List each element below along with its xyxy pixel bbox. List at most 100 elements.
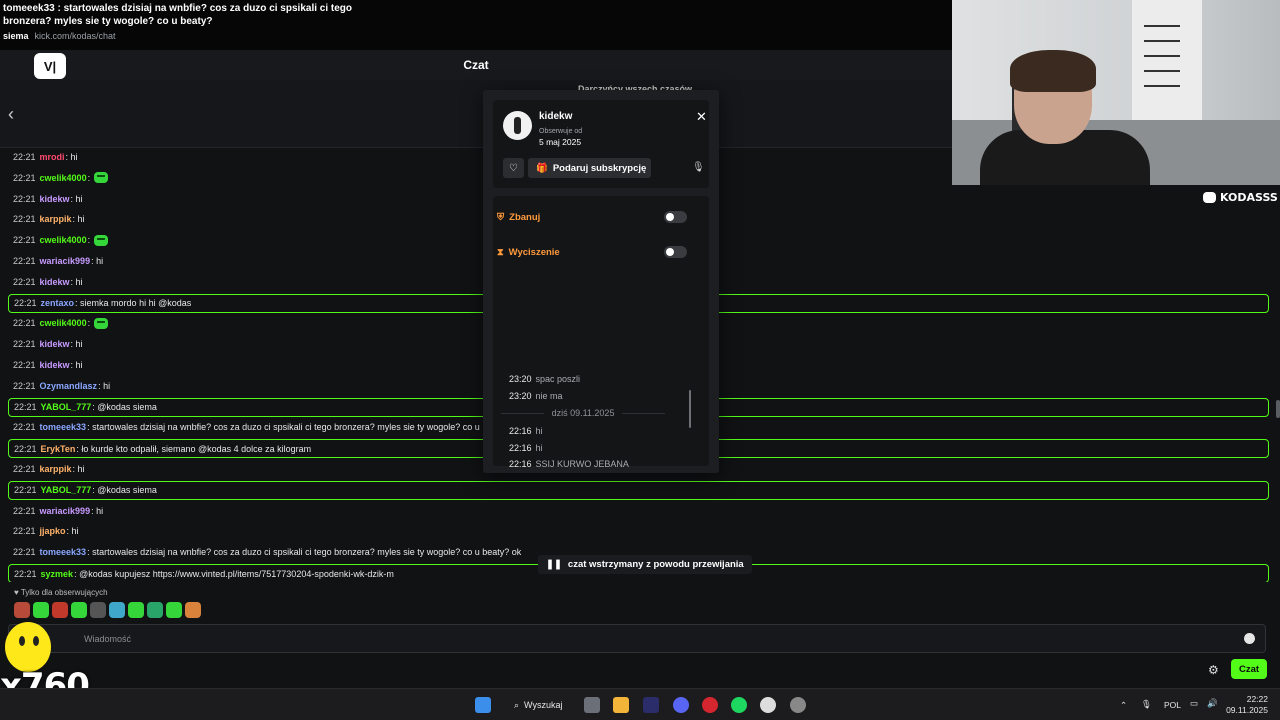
opera-icon[interactable] bbox=[702, 697, 718, 713]
emote-5[interactable] bbox=[90, 602, 106, 618]
chat-message[interactable]: 22:21 cwelik4000: bbox=[13, 231, 109, 249]
page-scrollbar[interactable] bbox=[1276, 400, 1280, 418]
settings-app-icon[interactable] bbox=[790, 697, 806, 713]
message-username[interactable]: YABOL_777 bbox=[41, 485, 92, 495]
gift-sub-button[interactable]: 🎁 Podaruj subskrypcję bbox=[528, 158, 651, 178]
avatar[interactable] bbox=[503, 111, 532, 140]
message-username[interactable]: jjapko bbox=[40, 526, 66, 536]
chat-message[interactable]: 22:21 YABOL_777: @kodas siema bbox=[8, 480, 1269, 500]
message-time: 22:21 bbox=[13, 214, 36, 225]
message-username[interactable]: YABOL_777 bbox=[41, 402, 92, 412]
message-username[interactable]: karppik bbox=[40, 464, 72, 474]
message-input[interactable]: Wiadomość bbox=[8, 624, 1266, 653]
user-card-header: kidekw Obserwuje od 5 maj 2025 ✕ ♡ 🎁 Pod… bbox=[493, 100, 709, 188]
message-text: : hi bbox=[70, 276, 83, 287]
emote-6[interactable] bbox=[109, 602, 125, 618]
mute-toggle[interactable] bbox=[664, 246, 687, 258]
microphone-tray-icon[interactable]: 🎙 bbox=[1141, 699, 1152, 710]
file-explorer-icon[interactable] bbox=[613, 697, 629, 713]
message-username[interactable]: ErykTen bbox=[41, 444, 76, 454]
chat-message[interactable]: 22:21 Ozymandlasz: hi bbox=[13, 377, 110, 395]
message-username[interactable]: wariacik999 bbox=[40, 256, 91, 266]
follow-since-date: 5 maj 2025 bbox=[539, 137, 582, 147]
chat-message[interactable]: 22:21 karppik: hi bbox=[13, 460, 85, 478]
history-scrollbar[interactable] bbox=[689, 390, 691, 428]
premiere-icon[interactable] bbox=[643, 697, 659, 713]
gear-icon[interactable]: ⚙ bbox=[1208, 663, 1219, 677]
discord-taskbar-icon[interactable] bbox=[673, 697, 689, 713]
overlay-text: : startowales dzisiaj na wnbfie? cos za … bbox=[54, 3, 353, 14]
chat-message[interactable]: 22:21 kidekw: hi bbox=[13, 335, 83, 353]
message-time: 22:21 bbox=[13, 505, 36, 516]
message-username[interactable]: kidekw bbox=[40, 339, 70, 349]
send-button[interactable]: Czat bbox=[1231, 659, 1267, 679]
capcut-icon[interactable] bbox=[760, 697, 776, 713]
chevron-left-icon[interactable]: ‹ bbox=[8, 104, 14, 125]
message-text: : bbox=[87, 235, 91, 246]
chat-message[interactable]: 22:21 tomeeek33: startowales dzisiaj na w… bbox=[13, 418, 480, 436]
task-view-icon[interactable] bbox=[584, 697, 600, 713]
clock-time: 22:22 bbox=[1246, 694, 1268, 704]
message-text: : bbox=[87, 318, 91, 329]
message-time: 22:21 bbox=[13, 464, 36, 474]
tray-chevron-up-icon[interactable]: ⌃ bbox=[1120, 700, 1127, 711]
ban-toggle[interactable] bbox=[664, 211, 687, 223]
pause-icon: ❚❚ bbox=[546, 559, 562, 570]
message-username[interactable]: syzmek bbox=[41, 569, 74, 579]
chat-message[interactable]: 22:21 jjapko: hi bbox=[13, 522, 79, 540]
message-username[interactable]: cwelik4000 bbox=[40, 235, 87, 245]
user-card-username[interactable]: kidekw bbox=[539, 111, 572, 122]
message-username[interactable]: cwelik4000 bbox=[40, 318, 87, 328]
chat-message[interactable]: 22:21 wariacik999: hi bbox=[13, 252, 103, 270]
discord-name: KODASSS bbox=[1220, 190, 1278, 204]
emote-8[interactable] bbox=[147, 602, 163, 618]
chat-message[interactable]: 22:21 tomeeek33: startowales dzisiaj na w… bbox=[13, 543, 521, 561]
emote-9[interactable] bbox=[166, 602, 182, 618]
chat-message[interactable]: 22:21 kidekw: hi bbox=[13, 190, 83, 208]
kick-logo[interactable]: V| bbox=[34, 53, 66, 79]
message-username[interactable]: mrodi bbox=[40, 152, 65, 162]
message-username[interactable]: kidekw bbox=[40, 194, 70, 204]
chat-message[interactable]: 22:21 kidekw: hi bbox=[13, 356, 83, 374]
spotify-icon[interactable] bbox=[731, 697, 747, 713]
chat-paused-banner[interactable]: ❚❚ czat wstrzymany z powodu przewijania bbox=[538, 555, 752, 574]
paused-text: czat wstrzymany z powodu przewijania bbox=[567, 559, 744, 570]
emote-bar[interactable] bbox=[14, 602, 201, 620]
emote-3[interactable] bbox=[52, 602, 68, 618]
message-time: 22:21 bbox=[13, 360, 36, 370]
follow-button[interactable]: ♡ bbox=[503, 158, 524, 178]
chat-message[interactable]: 22:21 mrodi: hi bbox=[13, 148, 78, 166]
microphone-icon[interactable]: 🎙 bbox=[692, 162, 705, 173]
network-icon[interactable]: ▭ bbox=[1190, 698, 1198, 709]
taskbar-search[interactable]: ⌕ Wyszukaj bbox=[508, 695, 576, 715]
emote-1[interactable] bbox=[14, 602, 30, 618]
mute-row[interactable]: ⧗ Wyciszenie bbox=[497, 243, 687, 261]
history-message: 22:16 hi bbox=[509, 441, 543, 455]
chat-message[interactable]: 22:21 cwelik4000: bbox=[13, 314, 109, 332]
history-text: SSIJ KURWO JEBANA bbox=[535, 459, 629, 470]
message-username[interactable]: Ozymandlasz bbox=[40, 381, 98, 391]
emote-7[interactable] bbox=[128, 602, 144, 618]
message-username[interactable]: tomeeek33 bbox=[40, 422, 87, 432]
message-username[interactable]: karppik bbox=[40, 214, 72, 224]
ban-row[interactable]: ⛨ Zbanuj bbox=[497, 208, 687, 226]
message-username[interactable]: kidekw bbox=[40, 277, 70, 287]
emote-4[interactable] bbox=[71, 602, 87, 618]
close-icon[interactable]: ✕ bbox=[696, 109, 707, 125]
emote-2[interactable] bbox=[33, 602, 49, 618]
windows-start-icon[interactable] bbox=[475, 697, 491, 713]
message-username[interactable]: tomeeek33 bbox=[40, 547, 87, 557]
taskbar-clock[interactable]: 22:22 09.11.2025 bbox=[1226, 694, 1268, 716]
chat-message[interactable]: 22:21 kidekw: hi bbox=[13, 273, 83, 291]
emoji-picker-icon[interactable] bbox=[1244, 633, 1255, 644]
message-username[interactable]: wariacik999 bbox=[40, 506, 91, 516]
chat-message[interactable]: 22:21 wariacik999: hi bbox=[13, 502, 103, 520]
message-username[interactable]: cwelik4000 bbox=[40, 173, 87, 183]
emote-10[interactable] bbox=[185, 602, 201, 618]
language-indicator[interactable]: POL bbox=[1164, 700, 1181, 710]
message-username[interactable]: kidekw bbox=[40, 360, 70, 370]
chat-message[interactable]: 22:21 cwelik4000: bbox=[13, 169, 109, 187]
message-username[interactable]: zentaxo bbox=[41, 298, 75, 308]
volume-icon[interactable]: 🔊 bbox=[1207, 698, 1218, 709]
chat-message[interactable]: 22:21 karppik: hi bbox=[13, 210, 85, 228]
